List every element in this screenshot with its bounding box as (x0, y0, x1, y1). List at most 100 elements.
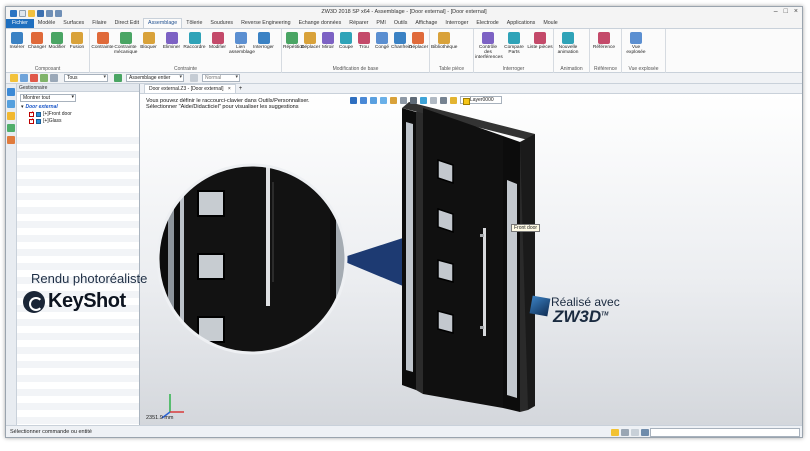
view-orient-icon[interactable] (350, 96, 357, 104)
ribbon-button[interactable]: Déplacer (301, 32, 320, 50)
ribbon-button[interactable]: Contrainte (91, 32, 114, 50)
library-icon[interactable] (7, 124, 15, 132)
show-filter-select[interactable]: Montrer tout (20, 94, 76, 102)
maximize-icon[interactable]: □ (784, 8, 788, 15)
menu-tab[interactable]: Applications (503, 19, 540, 28)
menu-tab[interactable]: Interroger (441, 19, 472, 28)
menu-tab[interactable]: Tôlerie (182, 19, 206, 28)
add-tab-icon[interactable]: + (239, 85, 243, 93)
ribbon-button[interactable]: Raccordre (183, 32, 206, 50)
menu-tab[interactable]: Affichage (411, 19, 441, 28)
ribbon-tool-icon (358, 32, 370, 44)
minimize-icon[interactable]: – (774, 8, 778, 15)
layers-icon[interactable] (450, 96, 457, 104)
menu-tab[interactable]: Outils (390, 19, 412, 28)
render-mode-select[interactable]: Normal (202, 74, 240, 82)
layer-select[interactable]: Layer0000 (460, 96, 502, 105)
ribbon-button[interactable]: Compare Parts (501, 32, 527, 55)
menu-tab[interactable]: Soudures (206, 19, 237, 28)
close-icon[interactable]: × (794, 8, 798, 15)
ribbon-button[interactable]: Liste pièces (527, 32, 553, 50)
display-icon[interactable] (410, 96, 417, 104)
manager-header: Gestionnaire (17, 84, 139, 92)
menu-tab[interactable]: Echange données (295, 19, 346, 28)
ribbon-button[interactable]: Bloquer (137, 32, 160, 50)
menu-tab[interactable]: Fichier (6, 19, 34, 28)
visibility-checkbox[interactable] (29, 117, 34, 124)
ribbon-button[interactable]: Contrôle des interférences (475, 32, 503, 61)
menu-tab[interactable]: Electrode (472, 19, 502, 28)
menu-tab[interactable]: Modèle (34, 19, 59, 28)
zoom-fit-icon[interactable] (360, 96, 367, 104)
shading-icon[interactable] (400, 96, 407, 104)
history-icon[interactable] (7, 100, 15, 108)
assembly-scope-select[interactable]: Assemblage entier (126, 74, 184, 82)
pick-icon[interactable] (10, 74, 18, 82)
select-icon[interactable] (20, 74, 28, 82)
ribbon-button[interactable]: Chanfrein (391, 32, 412, 50)
ribbon-button[interactable]: Vue explosée (623, 32, 649, 55)
ribbon-button[interactable]: Eliminer (160, 32, 183, 50)
menu-tab[interactable]: Moule (539, 19, 561, 28)
menu-tab[interactable]: Filaire (88, 19, 110, 28)
menu-tab[interactable]: Direct Edit (111, 19, 143, 28)
ribbon-button-label: Liste pièces (527, 45, 553, 50)
assembly-tree-icon[interactable] (7, 88, 15, 96)
left-sidelight-glass (406, 122, 413, 372)
ribbon-group-name: Table pièce (438, 66, 465, 72)
status-grid-icon[interactable] (621, 429, 629, 436)
pan-icon[interactable] (380, 96, 387, 104)
view-toolbar: Layer0000 (350, 96, 502, 105)
ribbon-button[interactable]: Insérer (7, 32, 27, 50)
collapse-icon[interactable]: ▾ (21, 104, 24, 111)
entity-filter-select[interactable]: Tous (64, 74, 108, 82)
menu-tab[interactable]: Reverse Engineering (237, 19, 294, 28)
ribbon-button[interactable]: Modifier (47, 32, 67, 50)
ribbon-button[interactable]: Trou (355, 32, 373, 50)
point-icon[interactable] (50, 74, 58, 82)
ribbon-button[interactable]: Répétition (283, 32, 305, 50)
tree-root-node[interactable]: ▾ Door external (21, 104, 139, 111)
status-layout-icon[interactable] (641, 429, 649, 436)
ribbon-button[interactable]: Miroir (319, 32, 337, 50)
ribbon-button[interactable]: Coupe (337, 32, 355, 50)
ribbon-button[interactable]: Référence (591, 32, 617, 50)
ribbon-button[interactable]: Changer (27, 32, 47, 50)
ribbon-button[interactable]: Lien assemblage (229, 32, 255, 55)
ribbon-button-label: Congé (374, 45, 390, 50)
ribbon-button[interactable]: Bibliothèque (431, 32, 457, 50)
close-tab-icon[interactable]: × (228, 86, 231, 92)
tree-node-front-door[interactable]: [+]Front door (29, 110, 139, 118)
rotate-icon[interactable] (370, 96, 377, 104)
assembly-icon[interactable] (114, 74, 122, 82)
color-icon[interactable] (420, 96, 427, 104)
ribbon-button[interactable]: Nouvelle animation (555, 32, 581, 55)
background-icon[interactable] (440, 96, 447, 104)
ribbon-button[interactable]: Modifier (206, 32, 229, 50)
layer-manager-icon[interactable] (7, 112, 15, 120)
ribbon-button[interactable]: Contrainte mécanique (114, 32, 137, 55)
status-warning-icon[interactable] (611, 429, 619, 436)
component-icon (36, 112, 41, 117)
tree-node-glass[interactable]: [+]Glass (29, 117, 139, 125)
grid-icon[interactable] (430, 96, 437, 104)
door-model[interactable] (402, 102, 535, 412)
ribbon-button[interactable]: Interroger (252, 32, 275, 50)
filter-icon[interactable] (30, 74, 38, 82)
door-frame-edge (416, 108, 423, 394)
command-input[interactable] (650, 428, 800, 437)
snap-icon[interactable] (40, 74, 48, 82)
menu-tab[interactable]: PMI (372, 19, 389, 28)
ribbon-button[interactable]: Congé (373, 32, 391, 50)
tab-door-external[interactable]: Door external.Z3 - [Door external] × (144, 84, 236, 93)
ribbon-button[interactable]: Fusion (67, 32, 87, 50)
menu-tab[interactable]: Assemblage (143, 18, 183, 28)
3d-viewport[interactable]: Vous pouvez définir le raccourci-clavier… (140, 94, 802, 425)
view-manager-icon[interactable] (7, 136, 15, 144)
menu-tab[interactable]: Surfaces (59, 19, 88, 28)
status-snap-icon[interactable] (631, 429, 639, 436)
ribbon-button[interactable]: Déplacer (409, 32, 428, 50)
menu-tab[interactable]: Réparer (345, 19, 372, 28)
render-icon[interactable] (190, 74, 198, 82)
section-icon[interactable] (390, 96, 397, 104)
